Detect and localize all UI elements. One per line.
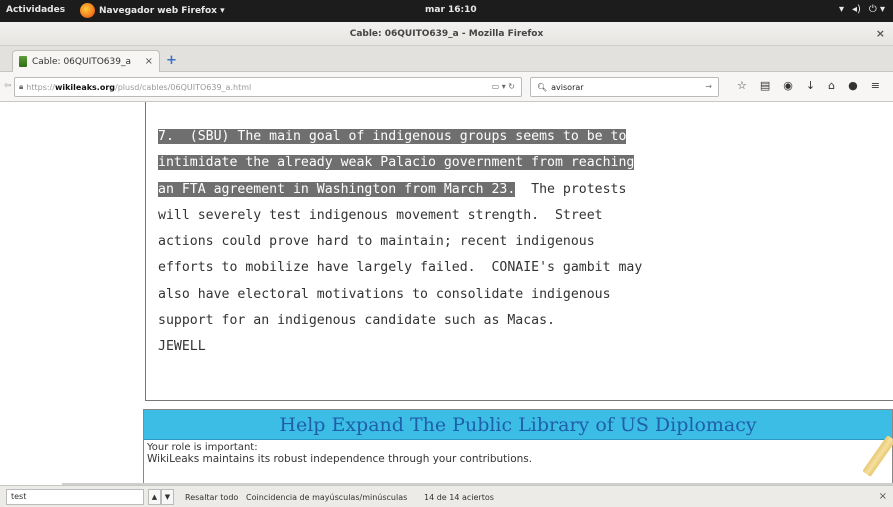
line-3-rest: The protests bbox=[515, 181, 627, 197]
wikileaks-favicon-icon bbox=[19, 56, 27, 67]
back-icon[interactable]: ⇦ bbox=[4, 81, 12, 91]
find-next-button[interactable]: ▼ bbox=[161, 489, 174, 505]
system-menu[interactable]: ▾ ◂) ⏻ ▾ bbox=[839, 4, 885, 15]
app-menu[interactable]: Navegador web Firefox ▾ bbox=[80, 3, 225, 18]
cable-line-7: also have electoral motivations to conso… bbox=[158, 286, 611, 302]
find-match-count: 14 de 14 aciertos bbox=[424, 493, 494, 502]
help-banner[interactable]: Help Expand The Public Library of US Dip… bbox=[144, 410, 892, 440]
clock[interactable]: mar 16:10 bbox=[425, 5, 477, 15]
signature: JEWELL bbox=[158, 339, 206, 355]
search-bar[interactable]: 🔍︎ avisorar → bbox=[530, 77, 719, 97]
chat-icon[interactable]: ● bbox=[848, 79, 858, 92]
downloads-icon[interactable]: ↓ bbox=[806, 79, 815, 92]
find-close-icon[interactable]: × bbox=[879, 491, 887, 502]
highlighted-line-1: 7. (SBU) The main goal of indigenous gro… bbox=[158, 129, 627, 144]
tab-label: Cable: 06QUITO639_a bbox=[32, 56, 131, 67]
window-close-icon[interactable]: × bbox=[876, 27, 885, 40]
bookmarks-menu-icon[interactable]: ▤ bbox=[760, 79, 770, 92]
window-title: Cable: 06QUITO639_a - Mozilla Firefox bbox=[349, 29, 544, 39]
app-menu-label: Navegador web Firefox ▾ bbox=[99, 5, 225, 16]
bookmark-star-icon[interactable]: ☆ bbox=[737, 79, 747, 92]
url-bar[interactable]: 🔒︎ https:// wikileaks.org /plusd/cables/… bbox=[14, 77, 522, 97]
hamburger-menu-icon[interactable]: ≡ bbox=[871, 79, 880, 92]
url-scheme: https:// bbox=[26, 82, 55, 92]
find-bar: test ▲ ▼ Resaltar todo Coincidencia de m… bbox=[0, 485, 893, 507]
lock-icon[interactable]: 🔒︎ bbox=[19, 82, 23, 92]
highlighted-line-3: an FTA agreement in Washington from Marc… bbox=[158, 181, 516, 197]
url-path: /plusd/cables/06QUITO639_a.html bbox=[115, 82, 252, 92]
navigation-bar: ⇦ 🔒︎ https:// wikileaks.org /plusd/cable… bbox=[0, 72, 893, 102]
reload-icon[interactable]: ▭ ▾ ↻ bbox=[492, 82, 515, 91]
wifi-icon: ▾ bbox=[838, 4, 844, 15]
window-titlebar: Cable: 06QUITO639_a - Mozilla Firefox × bbox=[0, 22, 893, 46]
cable-line-8: support for an indigenous candidate such… bbox=[158, 313, 555, 329]
search-value: avisorar bbox=[551, 82, 584, 92]
home-icon[interactable]: ⌂ bbox=[828, 79, 835, 92]
find-input[interactable]: test bbox=[6, 489, 144, 505]
cable-line-6: efforts to mobilize have largely failed.… bbox=[158, 260, 643, 276]
highlighted-line-2: intimidate the already weak Palacio gove… bbox=[158, 155, 635, 171]
cable-text: 7. (SBU) The main goal of indigenous gro… bbox=[158, 124, 642, 361]
search-icon: 🔍︎ bbox=[537, 82, 548, 92]
gnome-top-bar: Actividades Navegador web Firefox ▾ mar … bbox=[0, 0, 893, 22]
firefox-icon bbox=[80, 3, 95, 18]
cable-text-box: 7. (SBU) The main goal of indigenous gro… bbox=[145, 102, 893, 401]
role-text: Your role is important: bbox=[147, 442, 258, 453]
donation-box: Help Expand The Public Library of US Dip… bbox=[143, 409, 893, 485]
search-go-icon[interactable]: → bbox=[705, 82, 712, 91]
power-icon: ⏻ ▾ bbox=[868, 4, 885, 15]
tab-close-icon[interactable]: × bbox=[145, 56, 153, 67]
volume-icon: ◂) bbox=[851, 4, 861, 15]
tab-cable[interactable]: Cable: 06QUITO639_a × bbox=[12, 50, 160, 72]
new-tab-icon[interactable]: + bbox=[166, 53, 177, 68]
activities-button[interactable]: Actividades bbox=[6, 5, 65, 15]
maintains-text: WikiLeaks maintains its robust independe… bbox=[147, 453, 533, 465]
page-content: 7. (SBU) The main goal of indigenous gro… bbox=[0, 102, 893, 485]
toolbar-icons: ☆ ▤ ◉ ↓ ⌂ ● ≡ bbox=[737, 79, 880, 92]
pocket-icon[interactable]: ◉ bbox=[783, 79, 793, 92]
cable-line-5: actions could prove hard to maintain; re… bbox=[158, 234, 595, 250]
cable-line-4: will severely test indigenous movement s… bbox=[158, 207, 603, 223]
find-previous-button[interactable]: ▲ bbox=[148, 489, 161, 505]
url-host: wikileaks.org bbox=[54, 82, 116, 92]
tab-strip: Cable: 06QUITO639_a × + bbox=[0, 46, 893, 72]
match-case-toggle[interactable]: Coincidencia de mayúsculas/minúsculas bbox=[246, 493, 407, 502]
highlight-all-toggle[interactable]: Resaltar todo bbox=[185, 493, 238, 502]
